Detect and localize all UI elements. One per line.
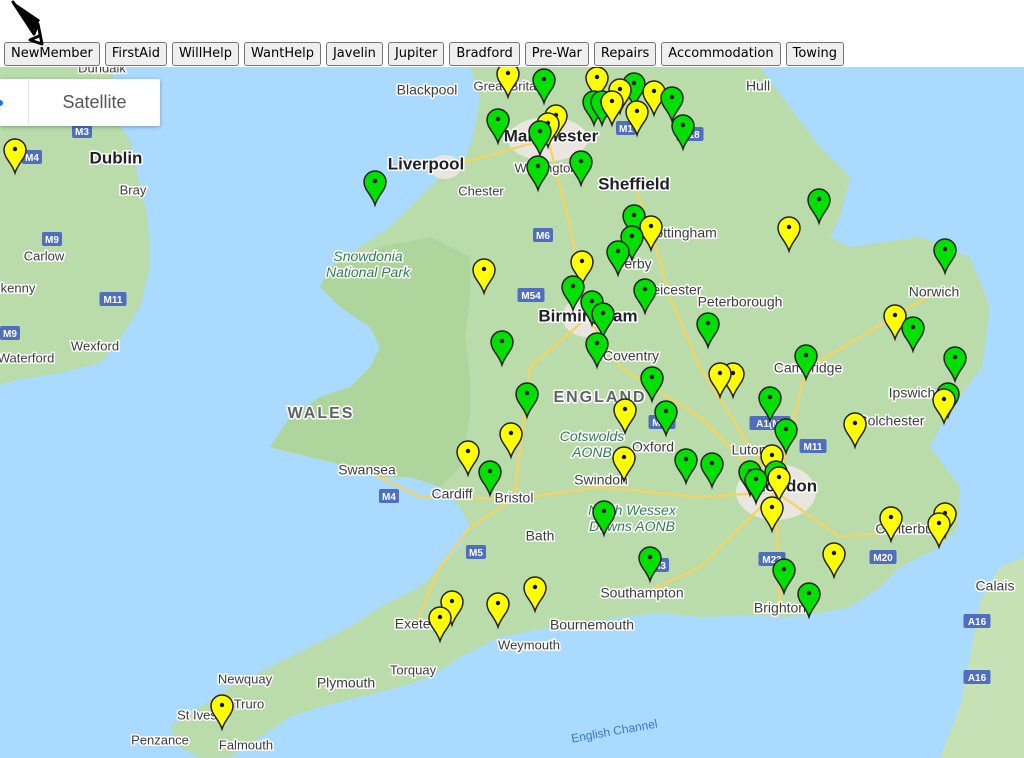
road-shield-label: M11 [804, 442, 823, 453]
road-shield: M11 [99, 292, 127, 306]
city-label-brighton: Brighton [754, 600, 806, 616]
city-label-bristol: Bristol [495, 490, 534, 506]
city-label-calais: Calais [976, 578, 1015, 594]
park-label: AONB [571, 444, 612, 460]
road-shield: M3 [72, 124, 92, 138]
road-shield: M5 [466, 545, 486, 559]
map-view[interactable]: Snowdonia National Park Cotswolds AONB North… [0, 67, 1024, 758]
road-shield-label: M3 [75, 127, 89, 138]
park-label: Snowdonia [333, 248, 402, 264]
green-map-marker-icon[interactable] [363, 170, 387, 208]
filter-button-javelin[interactable]: Javelin [325, 42, 383, 66]
mouse-cursor-icon [11, 0, 44, 46]
city-label-weymouth: Weymouth [498, 637, 560, 652]
city-label-liverpool: Liverpool [388, 154, 465, 173]
city-label-dublin: Dublin [90, 148, 143, 167]
road-shield-label: M4 [25, 153, 39, 164]
road-shield: A16 [963, 614, 991, 628]
road-shield-label: M9 [3, 329, 17, 340]
filter-button-wanthelp[interactable]: WantHelp [244, 42, 321, 66]
road-shield: M20 [869, 550, 897, 564]
park-label: National Park [326, 264, 411, 280]
road-shield-label: M6 [536, 231, 550, 242]
map-type-previous-option[interactable] [0, 79, 29, 126]
road-shield: M9 [42, 232, 62, 246]
road-shield: M11 [799, 439, 827, 453]
city-label-sheffield: Sheffield [598, 174, 670, 193]
city-label-cardiff: Cardiff [432, 486, 473, 502]
city-label-wales: WALES [288, 405, 355, 422]
city-label-coventry: Coventry [603, 348, 659, 364]
road-shield: M4 [379, 489, 399, 503]
city-label-hull: Hull [746, 78, 770, 94]
city-label-southampton: Southampton [600, 585, 683, 601]
park-label: Cotswolds [560, 428, 625, 444]
city-label-norwich: Norwich [909, 284, 960, 300]
city-label-torquay: Torquay [390, 662, 437, 677]
city-label-dundalk: Dundalk [78, 67, 126, 75]
road-shield: M54 [517, 288, 545, 302]
sea-label: English Channel [570, 717, 659, 746]
city-label-bournemouth: Bournemouth [550, 617, 634, 633]
road-shield: A16 [963, 670, 991, 684]
road-shield-label: M4 [382, 492, 396, 503]
city-label-colchester: Colchester [858, 413, 925, 429]
map-canvas[interactable]: SnowdoniaNational ParkCotswoldsAONBNorth… [0, 67, 1024, 758]
filter-toolbar: NewMember FirstAid WillHelp WantHelp Javelin… [0, 0, 1024, 67]
filter-button-pre-war[interactable]: Pre-War [524, 42, 589, 66]
city-label-wexford: Wexford [71, 338, 119, 353]
road-shield-label: M5 [469, 548, 483, 559]
city-label-bath: Bath [526, 528, 555, 544]
filter-button-bar: NewMember FirstAid WillHelp WantHelp Javelin… [4, 42, 845, 66]
city-label-swansea: Swansea [338, 462, 396, 478]
map-type-control[interactable]: Satellite [0, 79, 160, 126]
road-shield-label: M9 [45, 235, 59, 246]
city-label-bray: Bray [120, 182, 147, 197]
filter-button-jupiter[interactable]: Jupiter [387, 42, 445, 66]
city-label-carlow: Carlow [24, 248, 65, 263]
city-label-peterborough: Peterborough [698, 294, 783, 310]
road-shield-label: M20 [873, 553, 893, 564]
road-shield-label: A16 [968, 617, 987, 628]
city-label-truro: Truro [234, 696, 265, 711]
filter-button-repairs[interactable]: Repairs [593, 42, 657, 66]
satellite-button[interactable]: Satellite [29, 92, 160, 113]
city-label-swindon: Swindon [574, 472, 628, 488]
city-label-falmouth: Falmouth [219, 737, 273, 752]
road-shield-label: A16 [968, 673, 987, 684]
city-label-plymouth: Plymouth [317, 675, 375, 691]
city-label-oxford: Oxford [632, 439, 674, 455]
city-label-kenny: kenny [1, 280, 36, 295]
road-shield-label: M1 [619, 124, 633, 135]
filter-button-accommodation[interactable]: Accommodation [661, 42, 781, 66]
road-shield-label: M11 [104, 295, 123, 306]
city-label-blackpool: Blackpool [397, 82, 458, 98]
filter-button-towing[interactable]: Towing [785, 42, 845, 66]
city-label-waterford: Waterford [0, 350, 54, 365]
city-label-ipswich: Ipswich [889, 385, 936, 401]
road-shield-label: M54 [521, 291, 541, 302]
city-label-penzance: Penzance [131, 732, 189, 747]
city-label-chester: Chester [458, 183, 504, 198]
filter-button-bradford[interactable]: Bradford [449, 42, 520, 66]
road-shield: M9 [0, 326, 20, 340]
filter-button-firstaid[interactable]: FirstAid [104, 42, 167, 66]
filter-button-willhelp[interactable]: WillHelp [171, 42, 239, 66]
road-shield: M6 [533, 228, 553, 242]
city-label-newquay: Newquay [218, 671, 273, 686]
